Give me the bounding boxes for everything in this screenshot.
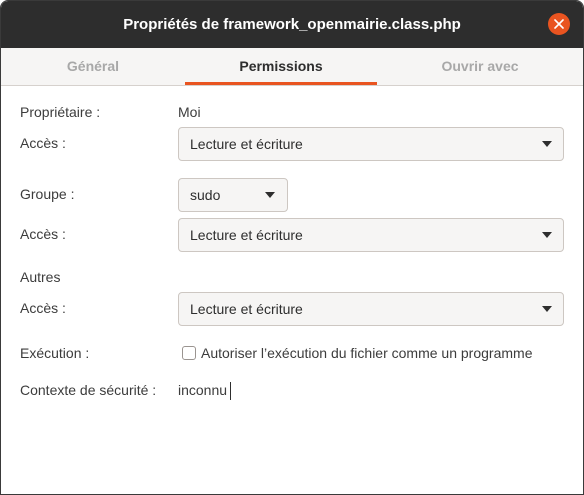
others-label: Autres xyxy=(20,269,61,285)
security-context-value[interactable]: inconnu xyxy=(178,382,227,398)
group-access-label: Accès : xyxy=(20,226,66,242)
properties-dialog: Propriétés de framework_openmairie.class… xyxy=(0,0,584,495)
execution-label: Exécution : xyxy=(20,345,90,361)
others-access-label: Accès : xyxy=(20,300,66,316)
security-context-label: Contexte de sécurité : xyxy=(20,382,157,398)
tab-open-with[interactable]: Ouvrir avec xyxy=(377,48,583,85)
group-dropdown[interactable]: sudo xyxy=(178,178,288,212)
title-bar[interactable]: Propriétés de framework_openmairie.class… xyxy=(1,1,583,48)
close-button[interactable] xyxy=(548,13,570,35)
tab-permissions[interactable]: Permissions xyxy=(185,48,377,85)
owner-label: Propriétaire : xyxy=(20,104,101,120)
close-icon xyxy=(554,19,564,29)
group-label: Groupe : xyxy=(20,186,75,202)
group-access-value: Lecture et écriture xyxy=(190,227,303,243)
window-title: Propriétés de framework_openmairie.class… xyxy=(123,16,461,33)
group-access-dropdown[interactable]: Lecture et écriture xyxy=(178,218,564,252)
owner-access-label: Accès : xyxy=(20,135,66,151)
chevron-down-icon xyxy=(542,306,552,312)
execute-checkbox-label[interactable]: Autoriser l’exécution du fichier comme u… xyxy=(201,345,532,361)
chevron-down-icon xyxy=(542,141,552,147)
group-value: sudo xyxy=(190,187,221,203)
text-cursor xyxy=(230,382,231,400)
tab-general[interactable]: Général xyxy=(1,48,185,85)
execute-checkbox[interactable] xyxy=(182,346,196,360)
owner-access-value: Lecture et écriture xyxy=(190,136,303,152)
owner-value: Moi xyxy=(178,104,201,120)
others-access-dropdown[interactable]: Lecture et écriture xyxy=(178,292,564,326)
chevron-down-icon xyxy=(265,192,275,198)
chevron-down-icon xyxy=(542,232,552,238)
others-access-value: Lecture et écriture xyxy=(190,301,303,317)
owner-access-dropdown[interactable]: Lecture et écriture xyxy=(178,127,564,161)
tab-bar: Général Permissions Ouvrir avec xyxy=(1,48,583,86)
